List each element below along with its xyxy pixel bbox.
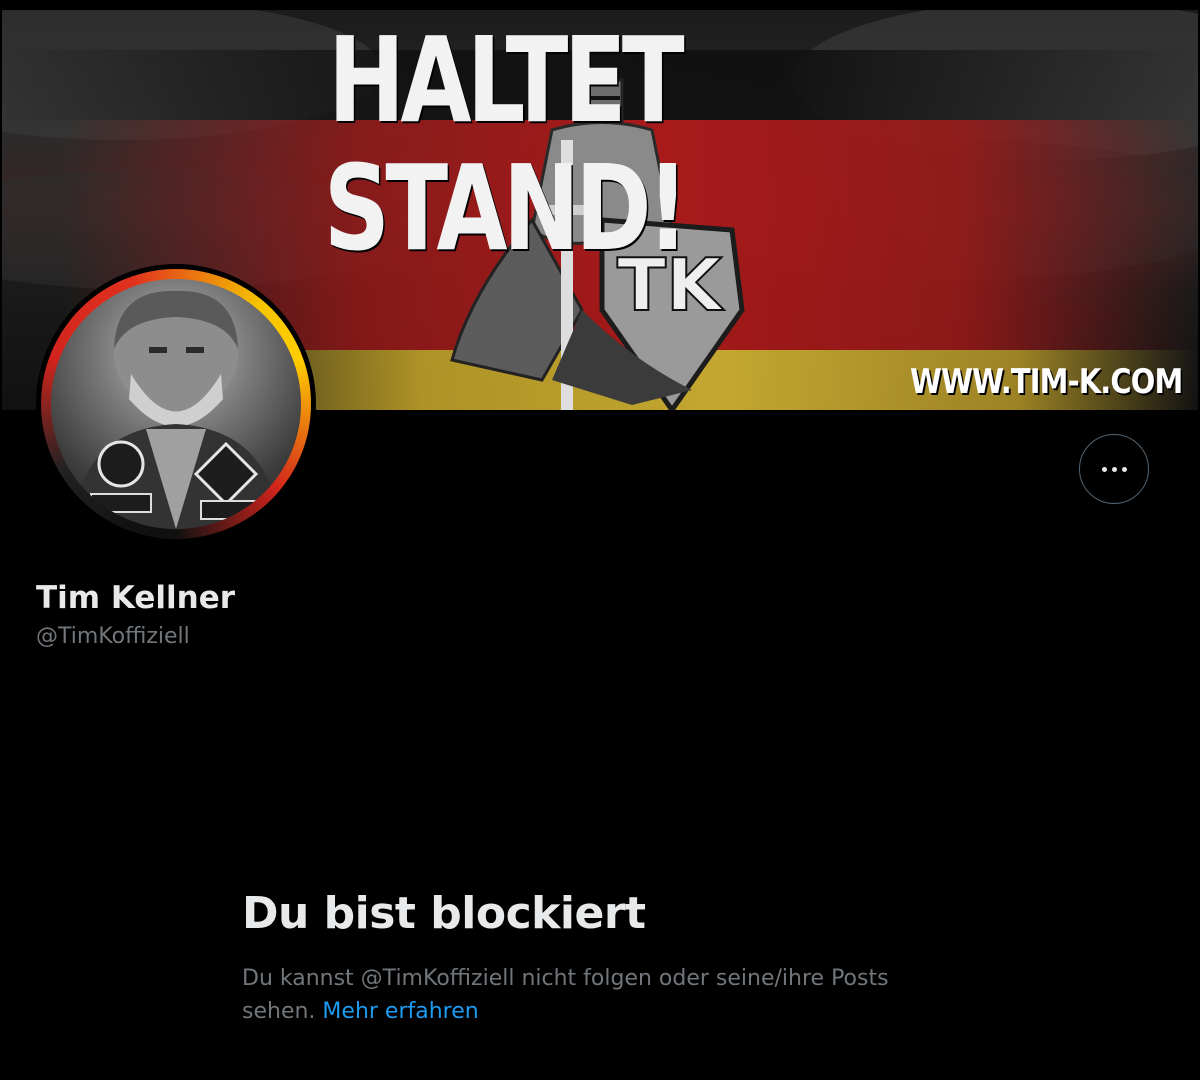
avatar-photo <box>51 279 301 529</box>
banner-url: WWW.TIM-K.COM <box>909 362 1183 402</box>
person-portrait <box>71 290 281 529</box>
blocked-message: Du kannst @TimKoffiziell nicht folgen od… <box>242 962 962 1028</box>
user-handle: @TimKoffiziell <box>36 624 190 649</box>
display-name: Tim Kellner <box>36 580 236 616</box>
avatar-flag-border <box>41 269 311 539</box>
profile-page: TK HALTET STAND! WWW.TIM-K.COM Tim Kelln… <box>0 0 1200 1080</box>
banner-title: HALTET STAND! <box>323 11 689 277</box>
avatar[interactable] <box>36 264 316 544</box>
dot <box>1101 466 1107 472</box>
learn-more-link[interactable]: Mehr erfahren <box>322 999 478 1024</box>
dot <box>1121 466 1127 472</box>
dot <box>1111 466 1117 472</box>
blocked-title: Du bist blockiert <box>242 888 646 939</box>
more-options-button[interactable] <box>1079 434 1149 504</box>
ellipsis-icon <box>1101 466 1127 472</box>
